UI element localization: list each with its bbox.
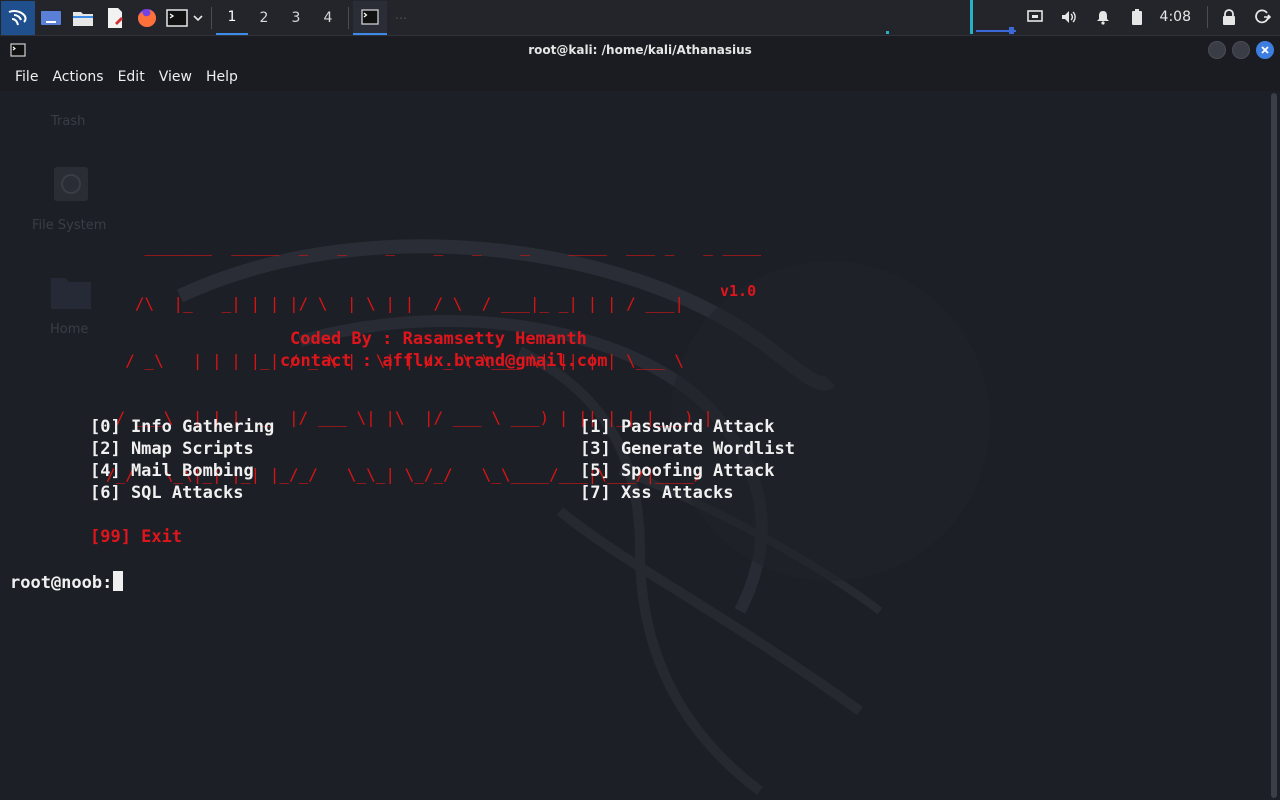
menu-actions[interactable]: Actions bbox=[45, 69, 110, 85]
logout-button[interactable] bbox=[1246, 0, 1280, 34]
terminal-icon bbox=[10, 43, 26, 57]
window-titlebar[interactable]: root@kali: /home/kali/Athanasius bbox=[0, 37, 1280, 63]
terminal-output[interactable]: Trash File System Home _______ _____ _ _… bbox=[0, 91, 1268, 800]
menu-option-7: [7] Xss Attacks bbox=[580, 483, 734, 503]
disk-icon bbox=[54, 167, 88, 201]
battery-button[interactable] bbox=[1120, 0, 1154, 34]
battery-icon bbox=[1131, 9, 1142, 25]
menu-file[interactable]: File bbox=[8, 69, 45, 85]
taskbar-terminal-window[interactable] bbox=[353, 0, 387, 35]
cpu-graph bbox=[886, 0, 1016, 34]
notifications-button[interactable] bbox=[1086, 0, 1120, 34]
network-button[interactable] bbox=[1018, 0, 1052, 34]
file-manager-button[interactable] bbox=[67, 1, 99, 35]
version-label: v1.0 bbox=[720, 282, 757, 300]
prompt-text: root@noob: bbox=[10, 573, 113, 593]
scrollbar-thumb[interactable] bbox=[1271, 93, 1277, 798]
menu-view[interactable]: View bbox=[152, 69, 199, 85]
launcher bbox=[0, 0, 207, 35]
close-icon bbox=[1261, 46, 1269, 54]
system-tray: 4:08 bbox=[1018, 0, 1280, 34]
lock-screen-button[interactable] bbox=[1212, 0, 1246, 34]
folder-icon bbox=[73, 11, 93, 26]
maximize-button[interactable] bbox=[1232, 41, 1250, 59]
panel-dots: ⋯ bbox=[395, 10, 407, 25]
clock[interactable]: 4:08 bbox=[1154, 9, 1203, 25]
desktop-icon-file-system: File System bbox=[32, 218, 107, 233]
menu-bar: File Actions Edit View Help bbox=[0, 63, 1280, 91]
menu-help[interactable]: Help bbox=[199, 69, 245, 85]
window-controls bbox=[1208, 41, 1274, 59]
workspace-1[interactable]: 1 bbox=[216, 1, 248, 35]
kali-dragon-icon bbox=[8, 9, 27, 25]
workspace-2[interactable]: 2 bbox=[248, 1, 280, 35]
desktop-icon-trash: Trash bbox=[51, 114, 86, 129]
chevron-down-icon[interactable] bbox=[192, 13, 204, 23]
coded-by: Coded By : Rasamsetty Hemanth bbox=[290, 329, 587, 349]
close-button[interactable] bbox=[1256, 41, 1274, 59]
menu-option-5: [5] Spoofing Attack bbox=[580, 461, 775, 481]
firefox-button[interactable] bbox=[131, 1, 163, 35]
menu-option-3: [3] Generate Wordlist bbox=[580, 439, 795, 459]
volume-button[interactable] bbox=[1052, 0, 1086, 34]
menu-option-exit: [99] Exit bbox=[90, 527, 183, 547]
text-editor-button[interactable] bbox=[99, 1, 131, 35]
desktop-icon-home: Home bbox=[50, 322, 89, 337]
banner-line: _______ _____ _ _ _ _ _ _ ____ ___ _ _ _… bbox=[106, 237, 762, 256]
terminal-window: root@kali: /home/kali/Athanasius File Ac… bbox=[0, 37, 1280, 800]
banner-line: /\ |_ _| | | |/ \ | \ | | / \ / ___|_ _|… bbox=[106, 294, 684, 313]
menu-option-6: [6] SQL Attacks bbox=[90, 483, 244, 503]
lock-icon bbox=[1223, 9, 1235, 25]
firefox-icon bbox=[138, 8, 156, 27]
terminal-scrollbar[interactable] bbox=[1268, 91, 1280, 800]
terminal-icon bbox=[361, 8, 379, 25]
top-panel: 1 2 3 4 ⋯ 4:08 bbox=[0, 0, 1280, 36]
minimize-button[interactable] bbox=[1208, 41, 1226, 59]
bell-icon bbox=[1096, 11, 1109, 25]
workspace-switcher: 1 2 3 4 bbox=[216, 1, 344, 35]
workspace-3[interactable]: 3 bbox=[280, 1, 312, 35]
window-title: root@kali: /home/kali/Athanasius bbox=[528, 43, 752, 57]
panel-separator bbox=[1207, 6, 1208, 28]
contact: contact : afflux.brand@gmail.com bbox=[280, 351, 608, 371]
menu-option-0: [0] Info Gathering bbox=[90, 417, 275, 437]
shell-prompt[interactable]: root@noob: bbox=[10, 571, 124, 593]
text-cursor bbox=[113, 571, 124, 591]
panel-separator bbox=[348, 6, 349, 29]
menu-option-2: [2] Nmap Scripts bbox=[90, 439, 254, 459]
menu-edit[interactable]: Edit bbox=[111, 69, 152, 85]
network-icon bbox=[1026, 10, 1043, 22]
volume-icon bbox=[1061, 11, 1076, 23]
show-desktop-button[interactable] bbox=[35, 1, 67, 35]
kali-menu-button[interactable] bbox=[1, 0, 35, 35]
text-editor-icon bbox=[108, 7, 123, 28]
terminal-icon bbox=[166, 8, 188, 27]
desktop-icon bbox=[41, 10, 61, 25]
panel-separator bbox=[211, 6, 212, 29]
terminal-launcher-button[interactable] bbox=[163, 1, 207, 35]
logout-icon bbox=[1255, 9, 1271, 24]
menu-option-4: [4] Mail Bombing bbox=[90, 461, 254, 481]
home-folder-icon bbox=[51, 278, 91, 309]
workspace-4[interactable]: 4 bbox=[312, 1, 344, 35]
menu-option-1: [1] Password Attack bbox=[580, 417, 775, 437]
